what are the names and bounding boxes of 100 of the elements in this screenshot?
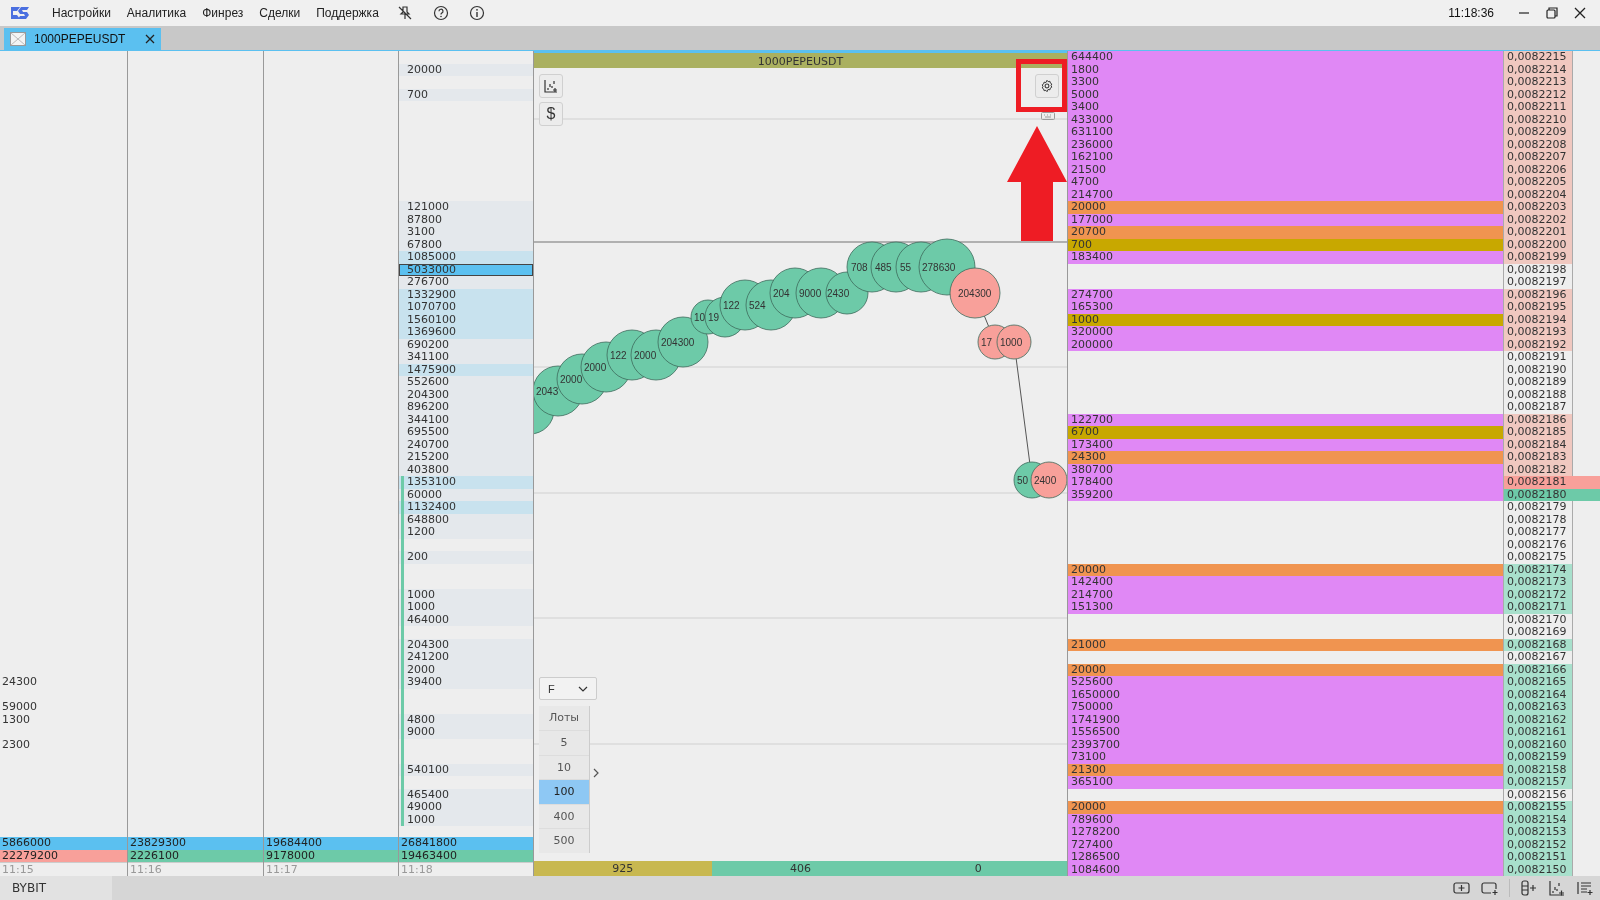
price-cell[interactable]: 0,0082153: [1504, 826, 1573, 839]
pin-off-icon[interactable]: [396, 5, 413, 21]
price-cell[interactable]: 0,0082179: [1504, 501, 1573, 514]
price-cell[interactable]: 0,0082207: [1504, 151, 1573, 164]
bubble-label: 2000: [584, 362, 607, 373]
profile-row[interactable]: 39400: [399, 676, 533, 689]
price-cell[interactable]: 0,0082170: [1504, 613, 1573, 626]
profile-row[interactable]: 700: [399, 88, 533, 101]
price-cell[interactable]: 0,0082196: [1504, 288, 1573, 301]
price-cell[interactable]: 0,0082213: [1504, 76, 1573, 89]
price-cell[interactable]: 0,0082169: [1504, 626, 1573, 639]
price-cell[interactable]: 0,0082199: [1504, 251, 1573, 264]
profile-row[interactable]: 1000: [399, 588, 533, 601]
profile-row[interactable]: 49000: [399, 801, 533, 814]
lot-option[interactable]: 100: [539, 779, 589, 804]
menu-item[interactable]: Финрез: [196, 4, 250, 22]
price-cell[interactable]: 0,0082163: [1504, 701, 1573, 714]
menu-item[interactable]: Аналитика: [120, 4, 193, 22]
add-chart-button[interactable]: [539, 74, 563, 98]
price-cell[interactable]: 0,0082165: [1504, 676, 1573, 689]
price-cell[interactable]: 0,0082181: [1504, 476, 1600, 489]
profile-row[interactable]: 1070700: [399, 301, 533, 314]
price-cell[interactable]: 0,0082197: [1504, 276, 1573, 289]
price-cell[interactable]: 0,0082188: [1504, 388, 1573, 401]
profile-row[interactable]: 1132400: [399, 501, 533, 514]
profile-row[interactable]: 121000: [399, 201, 533, 214]
price-cell[interactable]: 0,0082185: [1504, 426, 1573, 439]
info-icon[interactable]: [468, 5, 485, 21]
profile-row[interactable]: 20000: [399, 63, 533, 76]
order-size: 142400: [1068, 576, 1503, 589]
settings-button[interactable]: [1035, 74, 1059, 98]
order-size: 122700: [1068, 413, 1503, 426]
menu-item[interactable]: Настройки: [46, 4, 117, 22]
price-cell[interactable]: 0,0082173: [1504, 576, 1573, 589]
price-cell[interactable]: 0,0082168: [1504, 638, 1573, 651]
help-icon[interactable]: [432, 5, 449, 21]
close-icon[interactable]: [1573, 6, 1587, 20]
price-cell[interactable]: 0,0082157: [1504, 776, 1573, 789]
add-window-icon[interactable]: [1453, 880, 1471, 896]
close-icon[interactable]: [145, 34, 156, 44]
price-cell[interactable]: 0,0082187: [1504, 401, 1573, 414]
restore-icon[interactable]: [1545, 6, 1559, 20]
add-list-icon[interactable]: [1576, 880, 1594, 896]
price-cell[interactable]: 0,0082177: [1504, 526, 1573, 539]
add-column-icon[interactable]: [1520, 880, 1538, 896]
price-cell[interactable]: 0,0082151: [1504, 851, 1573, 864]
menu-item[interactable]: Сделки: [253, 4, 307, 22]
menu-item[interactable]: Поддержка: [310, 4, 385, 22]
profile-row[interactable]: 695500: [399, 426, 533, 439]
price-cell[interactable]: 0,0082201: [1504, 226, 1573, 239]
price-cell[interactable]: 0,0082155: [1504, 801, 1573, 814]
profile-row[interactable]: 204300: [399, 638, 533, 651]
profile-row[interactable]: 1369600: [399, 326, 533, 339]
price-cell[interactable]: 0,0082211: [1504, 101, 1573, 114]
profile-row[interactable]: 1085000: [399, 251, 533, 264]
price-cell[interactable]: 0,0082189: [1504, 376, 1573, 389]
profile-row[interactable]: 552600: [399, 376, 533, 389]
tab[interactable]: 1000PEPEUSDT: [4, 28, 162, 50]
price-cell[interactable]: 0,0082198: [1504, 263, 1573, 276]
price-cell[interactable]: 0,0082178: [1504, 513, 1573, 526]
volume-segment: 406: [711, 861, 890, 876]
profile-row[interactable]: 1200: [399, 526, 533, 539]
profile-row[interactable]: 276700: [399, 276, 533, 289]
price-cell[interactable]: 0,0082190: [1504, 363, 1573, 376]
price-cell[interactable]: 0,0082191: [1504, 351, 1573, 364]
profile-row[interactable]: 1353100: [399, 476, 533, 489]
price-cell[interactable]: 0,0082174: [1504, 563, 1573, 576]
price-cell[interactable]: 0,0082215: [1504, 51, 1573, 64]
chart-add-icon[interactable]: [1548, 880, 1566, 896]
price-cell[interactable]: 0,0082195: [1504, 301, 1573, 314]
price-cell[interactable]: 0,0082186: [1504, 413, 1573, 426]
price-cell[interactable]: 0,0082167: [1504, 651, 1573, 664]
price-cell[interactable]: 0,0082193: [1504, 326, 1573, 339]
profile-row[interactable]: 3100: [399, 226, 533, 239]
profile-row[interactable]: 465400: [399, 788, 533, 801]
add-panel-icon[interactable]: [1481, 880, 1499, 896]
price-cell[interactable]: 0,0082175: [1504, 551, 1573, 564]
profile-row[interactable]: 4800: [399, 713, 533, 726]
profile-row[interactable]: 200: [399, 551, 533, 564]
price-cell[interactable]: 0,0082203: [1504, 201, 1573, 214]
price-cell[interactable]: 0,0082205: [1504, 176, 1573, 189]
profile-row[interactable]: 1000: [399, 601, 533, 614]
profile-row[interactable]: 540100: [399, 763, 533, 776]
profile-row[interactable]: 215200: [399, 451, 533, 464]
price-cell[interactable]: 0,0082171: [1504, 601, 1573, 614]
profile-row[interactable]: 896200: [399, 401, 533, 414]
price-cell[interactable]: 0,0082166: [1504, 663, 1573, 676]
price-cell[interactable]: 0,0082183: [1504, 451, 1573, 464]
profile-row[interactable]: 241200: [399, 651, 533, 664]
mode-dropdown[interactable]: F: [539, 677, 597, 700]
profile-row[interactable]: 9000: [399, 726, 533, 739]
chevron-right-icon[interactable]: [593, 768, 599, 778]
price-cell[interactable]: 0,0082176: [1504, 538, 1573, 551]
currency-button[interactable]: $: [539, 102, 563, 126]
price-line: [983, 315, 990, 327]
image-icon: [10, 32, 26, 46]
price-cell[interactable]: 0,0082161: [1504, 726, 1573, 739]
price-cell[interactable]: 0,0082209: [1504, 126, 1573, 139]
price-cell[interactable]: 0,0082159: [1504, 751, 1573, 764]
profile-row[interactable]: 341100: [399, 351, 533, 364]
